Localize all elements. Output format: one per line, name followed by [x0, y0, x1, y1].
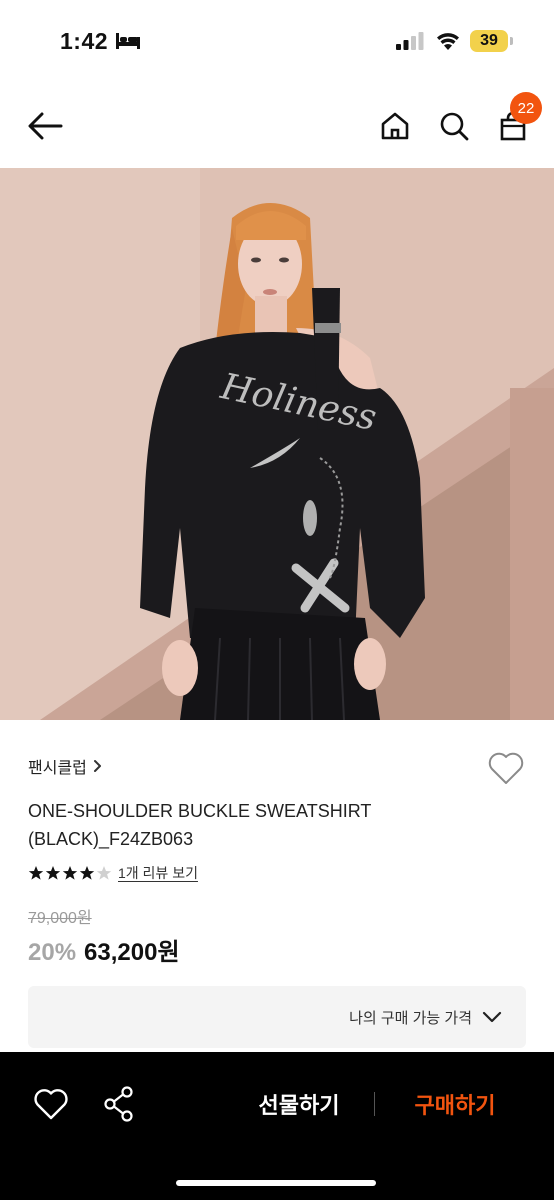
chevron-right-icon [93, 760, 101, 772]
wishlist-button[interactable] [486, 748, 526, 788]
my-price-label: 나의 구매 가능 가격 [349, 1009, 472, 1027]
battery-tip [510, 37, 513, 45]
buy-button[interactable]: 구매하기 [396, 1088, 514, 1120]
battery-level: 39 [480, 32, 498, 49]
status-bar: 1:42 39 [0, 0, 554, 84]
share-icon [104, 1086, 133, 1122]
product-title-line2: (BLACK)_F24ZB063 [28, 829, 194, 849]
my-price-dropdown[interactable]: 나의 구매 가능 가격 [28, 986, 526, 1048]
product-title: ONE-SHOULDER BUCKLE SWEATSHIRT (BLACK)_F… [28, 797, 508, 853]
home-indicator [176, 1180, 376, 1186]
price-row: 20% 63,200원 [28, 932, 180, 967]
bottom-wishlist-button[interactable] [32, 1086, 70, 1122]
bottom-divider [374, 1092, 375, 1116]
heart-outline-icon [488, 752, 524, 784]
sale-price: 63,200원 [84, 939, 180, 966]
brand-name: 팬시클럽 [28, 760, 87, 777]
cart-count-badge: 22 [510, 92, 542, 124]
gift-button[interactable]: 선물하기 [240, 1088, 358, 1120]
wifi-icon [437, 33, 459, 50]
home-icon [381, 112, 409, 140]
arrow-left-icon [28, 112, 63, 140]
star-filled-icon [45, 866, 61, 880]
search-button[interactable] [434, 106, 474, 146]
brand-link[interactable]: 팬시클럽 [28, 754, 102, 778]
share-button[interactable] [102, 1085, 136, 1123]
back-button[interactable] [25, 106, 65, 146]
home-button[interactable] [375, 106, 415, 146]
star-rating [28, 865, 112, 881]
star-empty-icon [96, 866, 112, 880]
star-filled-icon [28, 866, 44, 880]
search-icon [440, 112, 469, 141]
status-time: 1:42 [60, 28, 109, 54]
top-nav-bar [0, 84, 554, 168]
chevron-down-icon [482, 1011, 502, 1023]
heart-outline-icon [34, 1089, 68, 1120]
rating-row: 1개 리뷰 보기 [28, 863, 198, 883]
star-filled-icon [79, 866, 95, 880]
original-price: 79,000원 [28, 910, 92, 927]
battery-indicator: 39 [470, 30, 508, 52]
discount-rate: 20% [28, 939, 77, 966]
review-link[interactable]: 1개 리뷰 보기 [118, 863, 198, 883]
bottom-action-bar: 선물하기 구매하기 [0, 1052, 554, 1200]
sleep-mode-icon [116, 33, 140, 49]
product-title-line1: ONE-SHOULDER BUCKLE SWEATSHIRT [28, 801, 372, 821]
star-filled-icon [62, 866, 78, 880]
cellular-signal-icon [396, 32, 424, 50]
product-image[interactable]: Holiness [0, 168, 554, 720]
model-photo: Holiness [0, 168, 554, 720]
